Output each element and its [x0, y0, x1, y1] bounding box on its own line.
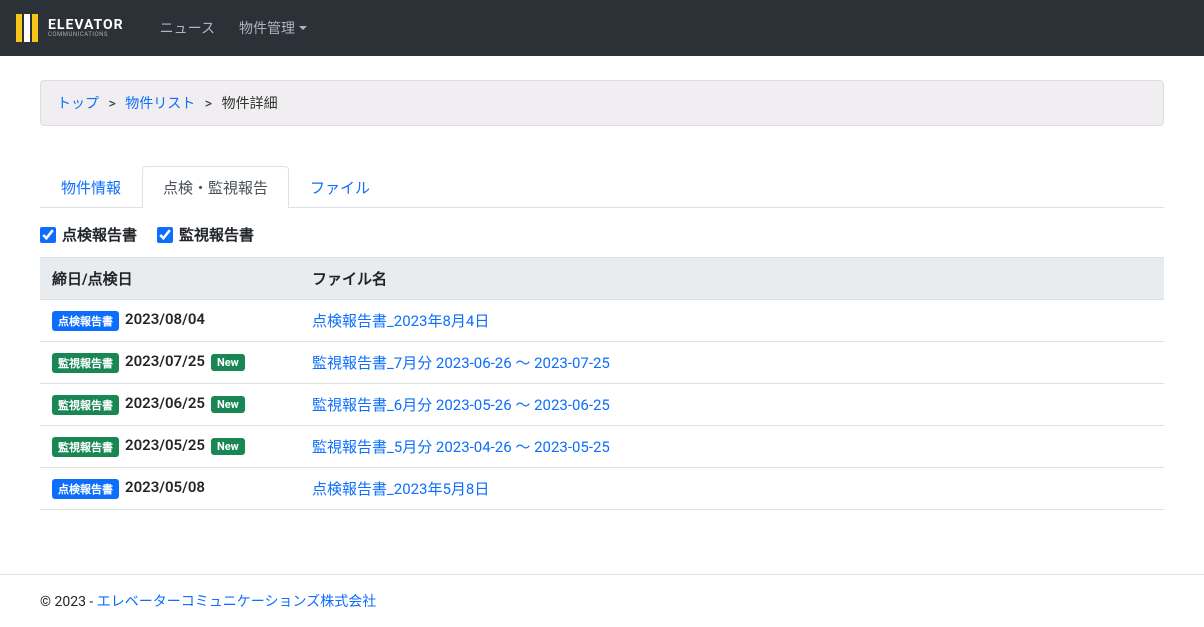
report-table: 締日/点検日 ファイル名 点検報告書 2023/08/04 点検報告書_2023年8…: [40, 257, 1164, 510]
row-file-cell: 監視報告書_7月分 2023-06-26 〜 2023-07-25: [300, 342, 1164, 384]
table-row: 点検報告書 2023/08/04 点検報告書_2023年8月4日: [40, 300, 1164, 342]
breadcrumb-top[interactable]: トップ: [57, 96, 99, 112]
chevron-down-icon: [299, 26, 307, 30]
row-file-cell: 点検報告書_2023年8月4日: [300, 300, 1164, 342]
breadcrumb-list[interactable]: 物件リスト: [125, 96, 195, 112]
row-file-cell: 点検報告書_2023年5月8日: [300, 468, 1164, 510]
monitoring-badge: 監視報告書: [52, 353, 119, 373]
inspection-badge: 点検報告書: [52, 479, 119, 499]
table-row: 監視報告書 2023/07/25 New 監視報告書_7月分 2023-06-26 〜…: [40, 342, 1164, 384]
row-date: 2023/07/25: [125, 352, 205, 370]
breadcrumb-sep: >: [108, 96, 115, 112]
row-date: 2023/05/25: [125, 436, 205, 454]
footer-company-link[interactable]: エレベーターコミュニケーションズ株式会社: [97, 594, 376, 610]
brand-logo[interactable]: ELEVATOR COMMUNICATIONS: [16, 14, 124, 42]
row-date: 2023/06/25: [125, 394, 205, 412]
filter-inspection[interactable]: 点検報告書: [40, 224, 137, 245]
row-date-cell: 監視報告書 2023/05/25 New: [40, 426, 300, 468]
filter-monitoring[interactable]: 監視報告書: [157, 224, 254, 245]
table-row: 監視報告書 2023/05/25 New 監視報告書_5月分 2023-04-26 〜…: [40, 426, 1164, 468]
navbar: ELEVATOR COMMUNICATIONS ニュース 物件管理: [0, 0, 1204, 56]
breadcrumb-current: 物件詳細: [222, 96, 278, 112]
report-filters: 点検報告書 監視報告書: [40, 224, 1164, 245]
table-header-date: 締日/点検日: [40, 258, 300, 300]
row-date-cell: 監視報告書 2023/06/25 New: [40, 384, 300, 426]
filter-inspection-checkbox[interactable]: [40, 227, 56, 243]
row-date: 2023/05/08: [125, 478, 205, 496]
footer-copyright: © 2023 -: [40, 594, 97, 610]
breadcrumb: トップ > 物件リスト > 物件詳細: [40, 80, 1164, 126]
file-link[interactable]: 監視報告書_7月分 2023-06-26 〜 2023-07-25: [312, 354, 610, 372]
file-link[interactable]: 点検報告書_2023年8月4日: [312, 312, 489, 330]
row-file-cell: 監視報告書_5月分 2023-04-26 〜 2023-05-25: [300, 426, 1164, 468]
logo-icon: [16, 14, 40, 42]
monitoring-badge: 監視報告書: [52, 395, 119, 415]
new-badge: New: [211, 396, 245, 413]
new-badge: New: [211, 438, 245, 455]
new-badge: New: [211, 354, 245, 371]
tab-property-info[interactable]: 物件情報: [40, 166, 142, 208]
brand-sub: COMMUNICATIONS: [48, 32, 124, 38]
row-date: 2023/08/04: [125, 310, 205, 328]
nav-property-management[interactable]: 物件管理: [227, 10, 319, 46]
table-row: 点検報告書 2023/05/08 点検報告書_2023年5月8日: [40, 468, 1164, 510]
tabs: 物件情報 点検・監視報告 ファイル: [40, 166, 1164, 208]
filter-monitoring-label: 監視報告書: [179, 224, 254, 245]
file-link[interactable]: 点検報告書_2023年5月8日: [312, 480, 489, 498]
inspection-badge: 点検報告書: [52, 311, 119, 331]
row-date-cell: 点検報告書 2023/08/04: [40, 300, 300, 342]
filter-monitoring-checkbox[interactable]: [157, 227, 173, 243]
tab-file[interactable]: ファイル: [289, 166, 391, 208]
brand-main: ELEVATOR: [48, 18, 124, 32]
tab-inspection-report[interactable]: 点検・監視報告: [142, 166, 289, 208]
file-link[interactable]: 監視報告書_6月分 2023-05-26 〜 2023-06-25: [312, 396, 610, 414]
nav-news[interactable]: ニュース: [148, 10, 227, 46]
table-header-file: ファイル名: [300, 258, 1164, 300]
monitoring-badge: 監視報告書: [52, 437, 119, 457]
row-date-cell: 監視報告書 2023/07/25 New: [40, 342, 300, 384]
footer: © 2023 - エレベーターコミュニケーションズ株式会社: [0, 574, 1204, 627]
filter-inspection-label: 点検報告書: [62, 224, 137, 245]
breadcrumb-sep: >: [205, 96, 212, 112]
row-date-cell: 点検報告書 2023/05/08: [40, 468, 300, 510]
file-link[interactable]: 監視報告書_5月分 2023-04-26 〜 2023-05-25: [312, 438, 610, 456]
table-row: 監視報告書 2023/06/25 New 監視報告書_6月分 2023-05-26 〜…: [40, 384, 1164, 426]
row-file-cell: 監視報告書_6月分 2023-05-26 〜 2023-06-25: [300, 384, 1164, 426]
